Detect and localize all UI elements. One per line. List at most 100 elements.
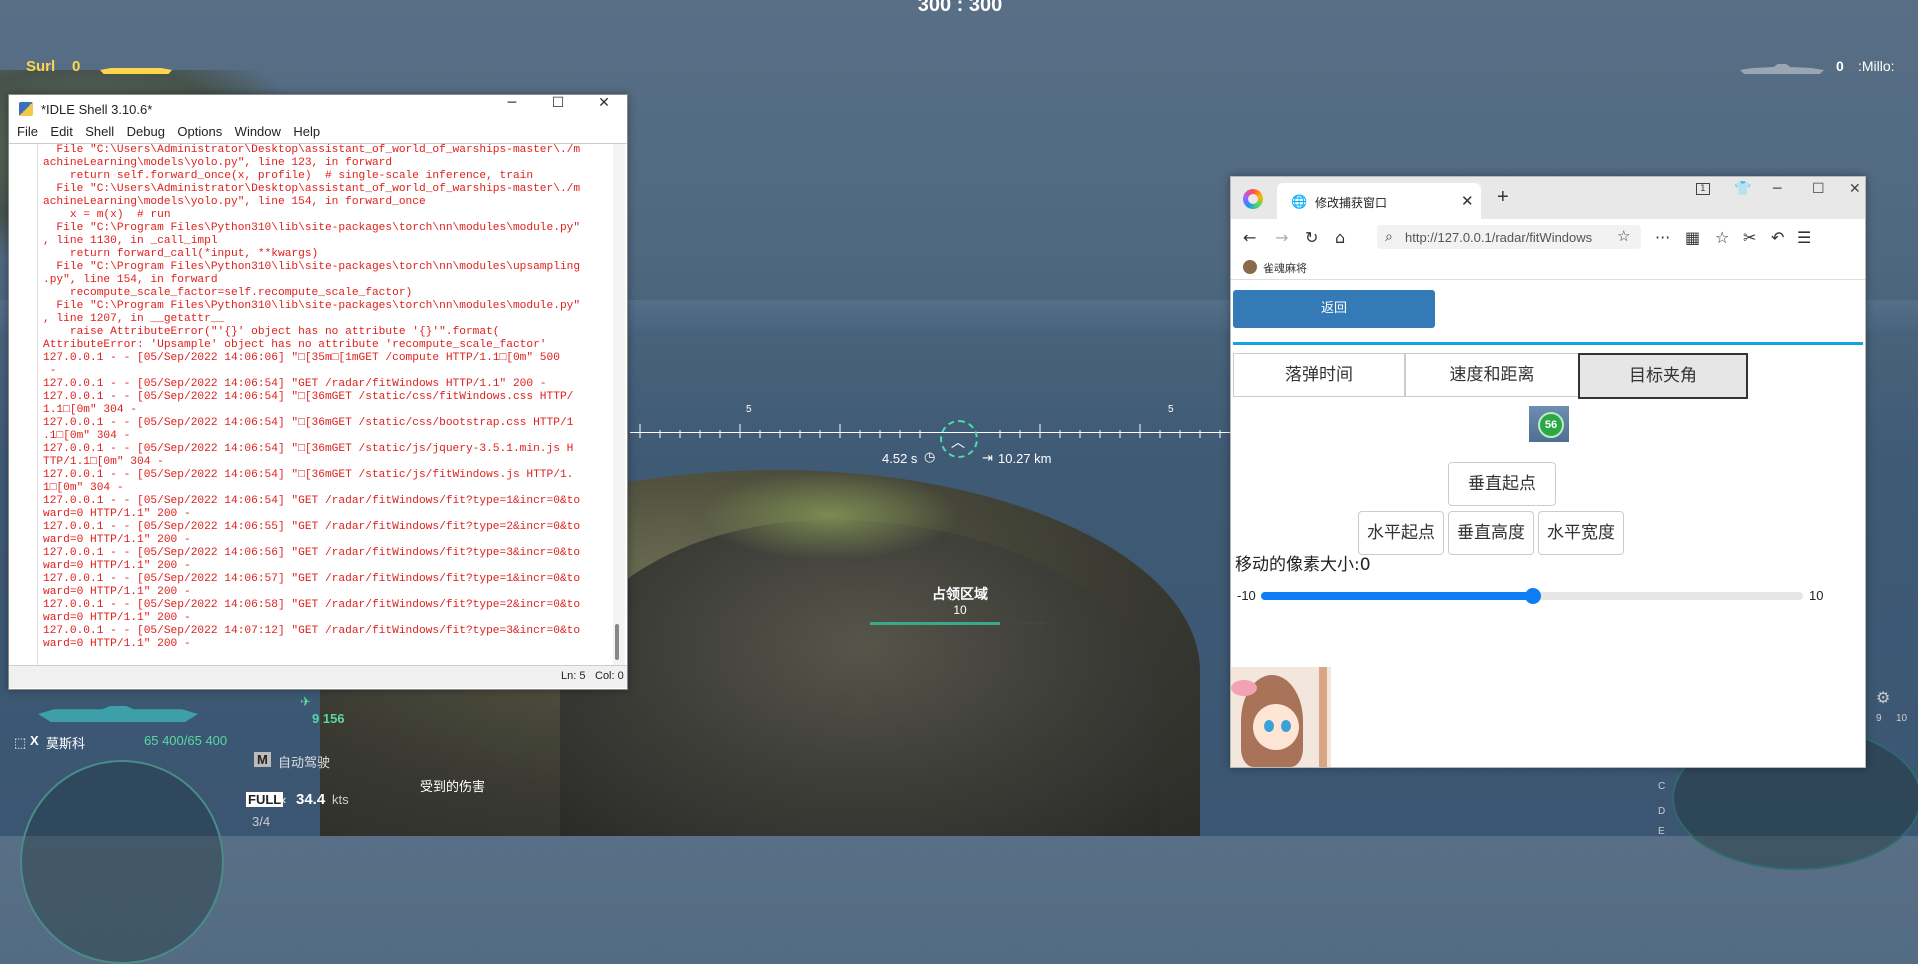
back-arrow-icon[interactable]: ← (1243, 228, 1256, 247)
idle-status-bar: Ln: 5 Col: 0 (9, 665, 627, 688)
minimize-button[interactable]: ─ (1773, 181, 1781, 197)
minimap-label-10: 10 (1896, 713, 1908, 724)
ship-name: 莫斯科 (46, 736, 86, 751)
scissors-icon[interactable]: ✂ (1743, 228, 1756, 247)
shell-line: 1.1□[0m" 304 - (43, 404, 137, 416)
back-button[interactable]: 返回 (1233, 290, 1435, 328)
shell-line: 1□[0m" 304 - (43, 482, 124, 494)
range-min-label: -10 (1237, 588, 1256, 603)
shell-line: 127.0.0.1 - - [05/Sep/2022 14:06:54] "GE… (43, 495, 581, 507)
shell-line: 127.0.0.1 - - [05/Sep/2022 14:07:12] "GE… (43, 625, 581, 637)
speed-mode: FULL (246, 792, 284, 807)
vertical-start-button[interactable]: 垂直起点 (1448, 462, 1556, 506)
minimap-label-e: E (1658, 826, 1665, 837)
minimize-button[interactable]: ─ (489, 95, 535, 123)
shell-line: ward=0 HTTP/1.1" 200 - (43, 586, 191, 598)
menu-options[interactable]: Options (177, 124, 222, 139)
tab-title: 修改捕获窗口 (1315, 196, 1388, 210)
scrollbar-thumb[interactable] (615, 624, 619, 660)
tab-active[interactable]: 🌐 修改捕获窗口 ✕ (1277, 183, 1481, 219)
team-right-name: :Millo: (1858, 58, 1895, 74)
page-content: 返回 落弹时间 速度和距离 目标夹角 56 垂直起点 水平起点 垂直高度 水平宽… (1231, 280, 1865, 767)
tab-count-icon[interactable]: 1 (1696, 183, 1710, 195)
shirt-icon[interactable]: 👕 (1734, 181, 1751, 197)
reload-icon[interactable]: ↻ (1305, 228, 1318, 247)
address-bar[interactable]: ⌕ http://127.0.0.1/radar/fitWindows ☆ (1377, 225, 1641, 249)
autopilot-label: 自动驾驶 (278, 755, 331, 770)
tab-fall-time[interactable]: 落弹时间 (1233, 353, 1405, 397)
idle-shell-window[interactable]: *IDLE Shell 3.10.6* ─ ☐ ✕ File Edit Shel… (8, 94, 628, 690)
ship-class-icon: ⬚ (14, 735, 27, 750)
horizontal-width-button[interactable]: 水平宽度 (1538, 511, 1624, 555)
bookmark-star-icon[interactable]: ☆ (1617, 227, 1630, 245)
shell-line: File "C:\Program Files\Python310\lib\sit… (43, 300, 581, 312)
idle-title-bar[interactable]: *IDLE Shell 3.10.6* ─ ☐ ✕ (9, 95, 627, 123)
status-line: Ln: 5 (561, 670, 586, 682)
damage-stat: 9 156 (312, 711, 345, 726)
vertical-scrollbar[interactable] (613, 144, 625, 666)
close-button[interactable]: ✕ (581, 95, 627, 123)
shell-line: ward=0 HTTP/1.1" 200 - (43, 508, 191, 520)
pixel-slider-fill (1261, 592, 1533, 600)
forward-arrow-icon[interactable]: → (1275, 228, 1288, 247)
maximize-button[interactable]: ☐ (535, 95, 581, 123)
more-dots-icon[interactable]: ··· (1655, 228, 1670, 247)
menu-file[interactable]: File (17, 124, 38, 139)
new-tab-button[interactable]: + (1497, 186, 1509, 209)
menu-edit[interactable]: Edit (50, 124, 72, 139)
horizontal-start-button[interactable]: 水平起点 (1358, 511, 1444, 555)
idle-gutter (9, 144, 38, 666)
shell-line: 127.0.0.1 - - [05/Sep/2022 14:06:54] "□[… (43, 391, 574, 403)
vertical-height-button[interactable]: 垂直高度 (1448, 511, 1534, 555)
idle-shell-body[interactable]: File "C:\Users\Administrator\Desktop\ass… (9, 143, 627, 666)
capture-zone-value: 10 (953, 603, 967, 617)
menu-icon[interactable]: ☰ (1797, 228, 1811, 247)
shell-line: ward=0 HTTP/1.1" 200 - (43, 612, 191, 624)
tab-close-icon[interactable]: ✕ (1461, 192, 1474, 210)
plane-icon: ✈ (300, 694, 311, 709)
shell-line: 127.0.0.1 - - [05/Sep/2022 14:06:54] "□[… (43, 469, 574, 481)
apps-grid-icon[interactable]: ▦ (1685, 228, 1700, 247)
distance-arrow-icon: ⇥ (982, 450, 993, 465)
shell-line: - (43, 365, 57, 377)
maximize-button[interactable]: ☐ (1812, 181, 1825, 197)
globe-icon: 🌐 (1291, 194, 1308, 209)
bookmark-item[interactable]: 雀魂麻将 (1263, 260, 1307, 276)
pixel-slider-thumb[interactable] (1525, 588, 1541, 604)
team-left-name: Surl (26, 58, 56, 75)
tab-target-angle[interactable]: 目标夹角 (1578, 353, 1748, 399)
close-button[interactable]: ✕ (1849, 181, 1861, 197)
shell-line: 127.0.0.1 - - [05/Sep/2022 14:06:57] "GE… (43, 573, 581, 585)
autopilot-key: M (254, 752, 271, 767)
speed-fraction: 3/4 (252, 814, 271, 829)
ship-hp: 65 400/65 400 (144, 733, 228, 748)
shell-line: recompute_scale_factor=self.recompute_sc… (43, 287, 413, 299)
browser-window[interactable]: 🌐 修改捕获窗口 ✕ + 1 👕 ─ ☐ ✕ ← → ↻ ⌂ ⌕ http://… (1230, 176, 1866, 768)
browser-tab-bar: 🌐 修改捕获窗口 ✕ + 1 👕 ─ ☐ ✕ (1231, 177, 1865, 219)
target-distance: 10.27 km (998, 451, 1052, 466)
shell-line: File "C:\Users\Administrator\Desktop\ass… (43, 144, 581, 156)
shell-line: achineLearning\models\yolo.py", line 154… (43, 196, 426, 208)
team-left-score: 0 (72, 58, 81, 75)
shell-line: x = m(x) # run (43, 209, 171, 221)
menu-shell[interactable]: Shell (85, 124, 114, 139)
url-text[interactable]: http://127.0.0.1/radar/fitWindows (1405, 230, 1611, 245)
shell-line: , line 1130, in _call_impl (43, 235, 218, 247)
capture-zone-title: 占领区域 (932, 586, 988, 602)
clock-icon: ◷ (924, 449, 936, 464)
favorites-icon[interactable]: ☆ (1715, 228, 1729, 247)
player-ship-icon (38, 706, 198, 722)
menu-debug[interactable]: Debug (127, 124, 165, 139)
range-max-label: 10 (1809, 588, 1824, 603)
status-col: Col: 0 (595, 670, 624, 682)
menu-window[interactable]: Window (235, 124, 281, 139)
home-icon[interactable]: ⌂ (1335, 228, 1345, 247)
shell-flight-time: 4.52 s (882, 451, 918, 466)
undo-icon[interactable]: ↶ (1771, 228, 1784, 247)
idle-window-title: *IDLE Shell 3.10.6* (41, 102, 153, 117)
shell-line: 127.0.0.1 - - [05/Sep/2022 14:06:54] "□[… (43, 417, 574, 429)
shell-output[interactable]: File "C:\Users\Administrator\Desktop\ass… (43, 144, 611, 666)
menu-help[interactable]: Help (293, 124, 320, 139)
ship-compass (20, 760, 224, 964)
tab-speed-distance[interactable]: 速度和距离 (1405, 353, 1579, 397)
